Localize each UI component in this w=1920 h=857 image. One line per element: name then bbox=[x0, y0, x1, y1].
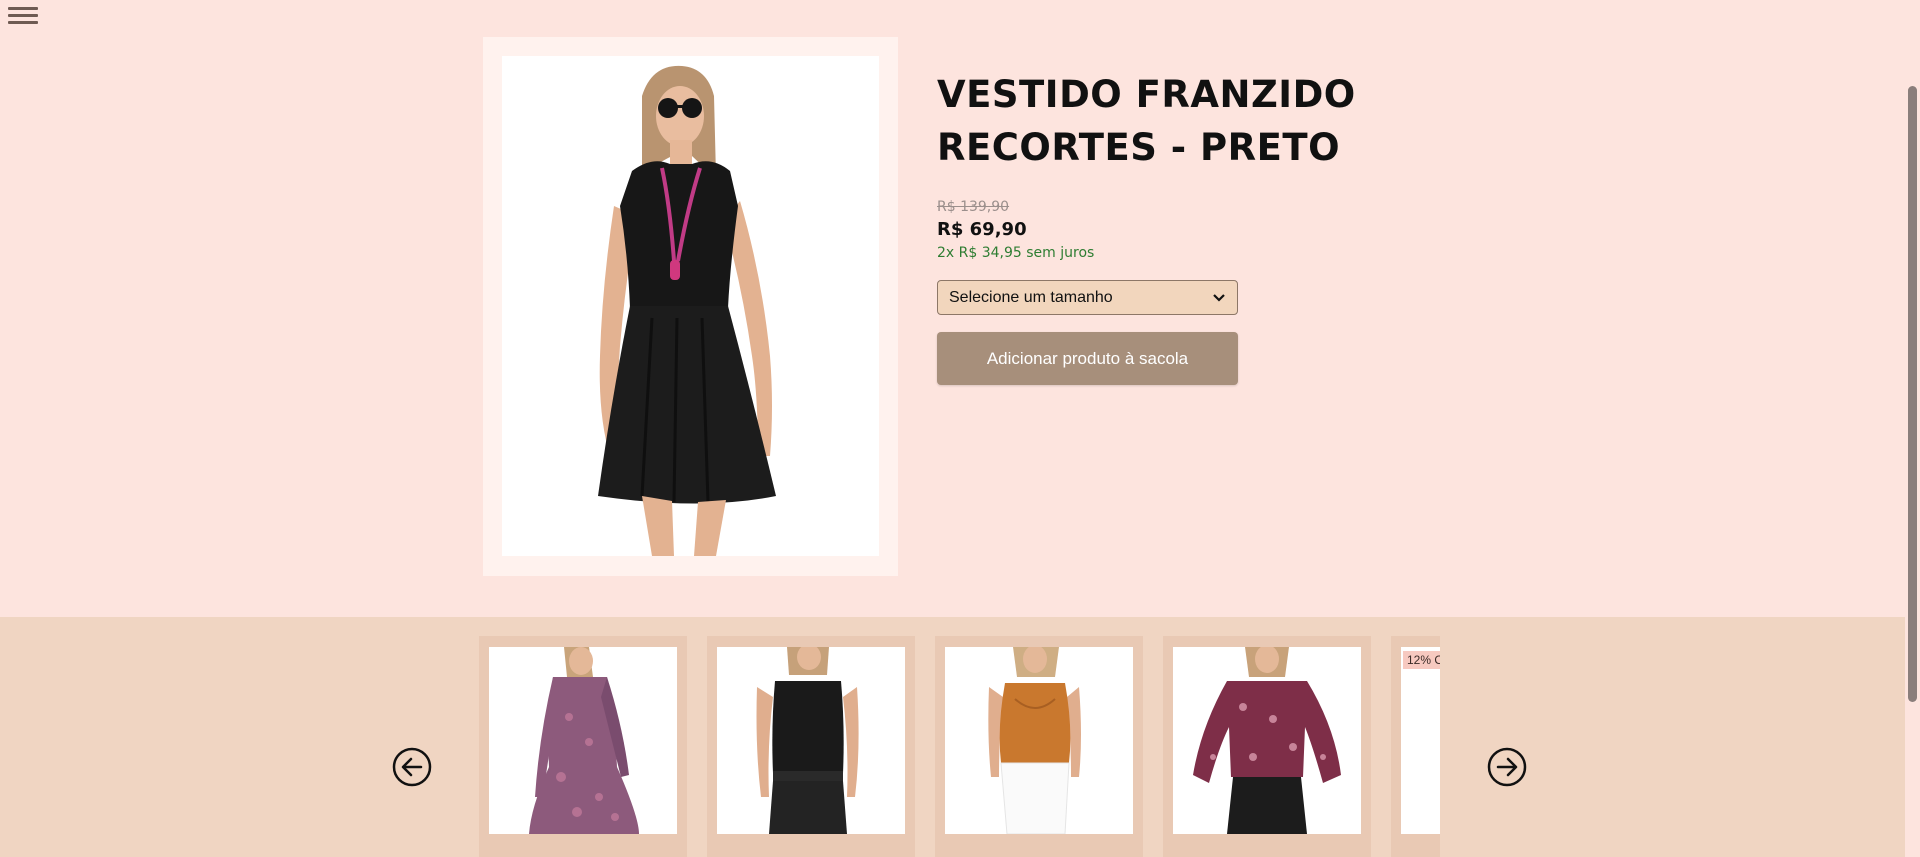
carousel-product-image: 12% OFF bbox=[1401, 647, 1440, 834]
size-select[interactable]: Selecione um tamanho bbox=[937, 280, 1238, 315]
carousel-card[interactable]: 12% OFF bbox=[1391, 636, 1440, 857]
add-to-bag-button[interactable]: Adicionar produto à sacola bbox=[937, 332, 1238, 385]
product-title-line-2: RECORTES - PRETO bbox=[937, 126, 1341, 169]
carousel-card[interactable] bbox=[1163, 636, 1371, 857]
arrow-right-circle-icon[interactable] bbox=[1487, 747, 1527, 787]
scrollbar-thumb[interactable] bbox=[1908, 86, 1917, 702]
product-title: VESTIDO FRANZIDO RECORTES - PRETO bbox=[937, 68, 1397, 174]
size-select-value: Selecione um tamanho bbox=[949, 288, 1113, 306]
old-price: R$ 139,90 bbox=[937, 199, 1010, 215]
carousel-product-image bbox=[945, 647, 1133, 834]
carousel-product-image bbox=[489, 647, 677, 834]
arrow-left-circle-icon[interactable] bbox=[392, 747, 432, 787]
carousel-card[interactable] bbox=[479, 636, 687, 857]
carousel-card[interactable] bbox=[935, 636, 1143, 857]
installments-text: 2x R$ 34,95 sem juros bbox=[937, 245, 1095, 261]
carousel-product-image bbox=[717, 647, 905, 834]
product-image-frame bbox=[483, 37, 898, 576]
product-carousel: 12% OFF bbox=[479, 636, 1440, 857]
carousel-product-image bbox=[1173, 647, 1361, 834]
product-title-line-1: VESTIDO FRANZIDO bbox=[937, 73, 1356, 116]
carousel-card[interactable] bbox=[707, 636, 915, 857]
hamburger-menu-icon[interactable] bbox=[8, 3, 38, 29]
current-price: R$ 69,90 bbox=[937, 219, 1027, 240]
scrollbar[interactable] bbox=[1905, 0, 1920, 857]
discount-badge: 12% OFF bbox=[1403, 651, 1440, 669]
chevron-down-icon bbox=[1213, 293, 1225, 302]
product-image bbox=[502, 56, 879, 556]
